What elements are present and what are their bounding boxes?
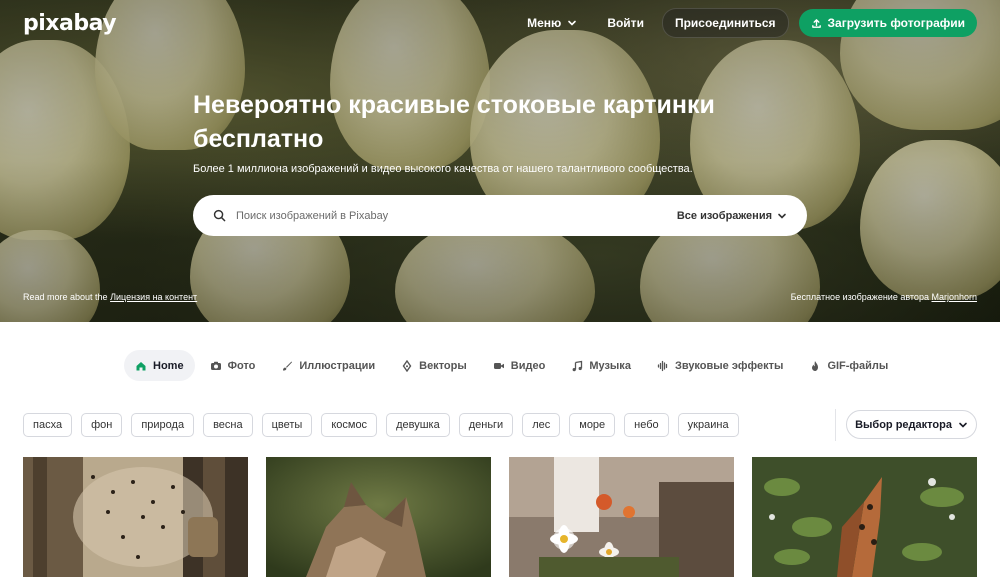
tag-chip[interactable]: небо: [624, 413, 669, 437]
upload-button[interactable]: Загрузить фотографии: [798, 9, 977, 37]
waveform-icon: [657, 360, 669, 372]
author-credit: Бесплатное изображение автора Marjonhorn: [791, 292, 977, 302]
search-bar: Все изображения: [193, 195, 807, 236]
image-type-dropdown[interactable]: Все изображения: [677, 210, 787, 222]
tab-vectors[interactable]: Векторы: [390, 350, 478, 381]
editor-choice-dropdown[interactable]: Выбор редактора: [846, 410, 977, 439]
image-grid: [23, 457, 977, 577]
image-card-daisies[interactable]: [509, 457, 734, 577]
tag-chip[interactable]: фон: [81, 413, 123, 437]
tag-chip[interactable]: природа: [131, 413, 195, 437]
tab-label: Векторы: [419, 359, 467, 372]
flame-icon: [809, 360, 821, 372]
image-card-cat[interactable]: [266, 457, 491, 577]
tab-sound-effects[interactable]: Звуковые эффекты: [646, 350, 795, 381]
tab-illustrations[interactable]: Иллюстрации: [270, 350, 386, 381]
search-icon[interactable]: [213, 209, 226, 222]
tab-label: Иллюстрации: [299, 359, 376, 372]
menu-label: Меню: [527, 16, 562, 30]
bees-thumbnail: [23, 457, 248, 577]
popular-tags: пасха фон природа весна цветы космос дев…: [23, 413, 739, 437]
tag-chip[interactable]: деньги: [458, 413, 514, 437]
upload-icon: [811, 18, 822, 29]
music-note-icon: [571, 360, 583, 372]
butterfly-thumbnail: [752, 457, 977, 577]
tab-home[interactable]: Home: [124, 350, 195, 381]
tag-chip[interactable]: космос: [321, 413, 378, 437]
tab-label: Видео: [510, 359, 546, 372]
author-link[interactable]: Marjonhorn: [931, 292, 977, 302]
author-credit-text: Бесплатное изображение автора: [790, 292, 929, 302]
tab-label: Звуковые эффекты: [674, 359, 784, 372]
image-card-butterfly[interactable]: [752, 457, 977, 577]
search-input[interactable]: [236, 209, 677, 222]
tag-chip[interactable]: весна: [203, 413, 253, 437]
pixabay-logo[interactable]: pixabay: [23, 11, 117, 36]
chevron-down-icon: [777, 211, 787, 221]
tab-label: GIF-файлы: [827, 359, 889, 372]
chevron-down-icon: [958, 420, 968, 430]
tab-label: Музыка: [589, 359, 631, 372]
cat-thumbnail: [266, 457, 491, 577]
tag-chip[interactable]: девушка: [386, 413, 450, 437]
tag-chip[interactable]: пасха: [23, 413, 73, 437]
video-icon: [493, 360, 505, 372]
editor-choice-label: Выбор редактора: [855, 418, 952, 431]
tab-photos[interactable]: Фото: [199, 350, 267, 381]
daisies-thumbnail: [509, 457, 734, 577]
join-button[interactable]: Присоединиться: [661, 8, 789, 38]
license-credit-text: Read more about the: [23, 292, 108, 302]
brush-icon: [281, 360, 293, 372]
chevron-down-icon: [567, 18, 577, 28]
tag-chip[interactable]: украина: [677, 413, 739, 437]
hero-subtitle: Более 1 миллиона изображений и видео выс…: [193, 163, 693, 175]
tag-chip[interactable]: цветы: [261, 413, 313, 437]
content-license-link[interactable]: Лицензия на контент: [110, 292, 197, 302]
home-icon: [135, 360, 147, 372]
hero-banner: pixabay Меню Войти Присоединиться Загруз…: [0, 0, 1000, 322]
tag-chip[interactable]: лес: [522, 413, 561, 437]
tag-chip[interactable]: море: [569, 413, 616, 437]
tab-label: Фото: [227, 359, 256, 372]
pen-nib-icon: [401, 359, 413, 372]
tab-music[interactable]: Музыка: [560, 350, 642, 381]
upload-label: Загрузить фотографии: [827, 16, 965, 30]
hero-overlay: [0, 0, 1000, 322]
hero-title: Невероятно красивые стоковые картинки бе…: [193, 91, 715, 153]
media-type-tabs: Home Фото Иллюстрации Векторы Видео Музы…: [124, 350, 899, 381]
tags-divider: [835, 409, 836, 441]
login-link[interactable]: Войти: [595, 9, 656, 37]
image-type-label: Все изображения: [676, 209, 772, 222]
tab-label: Home: [153, 359, 184, 372]
camera-icon: [210, 360, 222, 372]
menu-button[interactable]: Меню: [515, 9, 589, 37]
tab-gifs[interactable]: GIF-файлы: [798, 350, 899, 381]
top-navigation: pixabay Меню Войти Присоединиться Загруз…: [0, 0, 1000, 46]
license-credit: Read more about the Лицензия на контент: [23, 292, 197, 302]
tab-video[interactable]: Видео: [482, 350, 557, 381]
image-card-bees[interactable]: [23, 457, 248, 577]
nav-actions: Меню Войти Присоединиться Загрузить фото…: [515, 8, 977, 38]
